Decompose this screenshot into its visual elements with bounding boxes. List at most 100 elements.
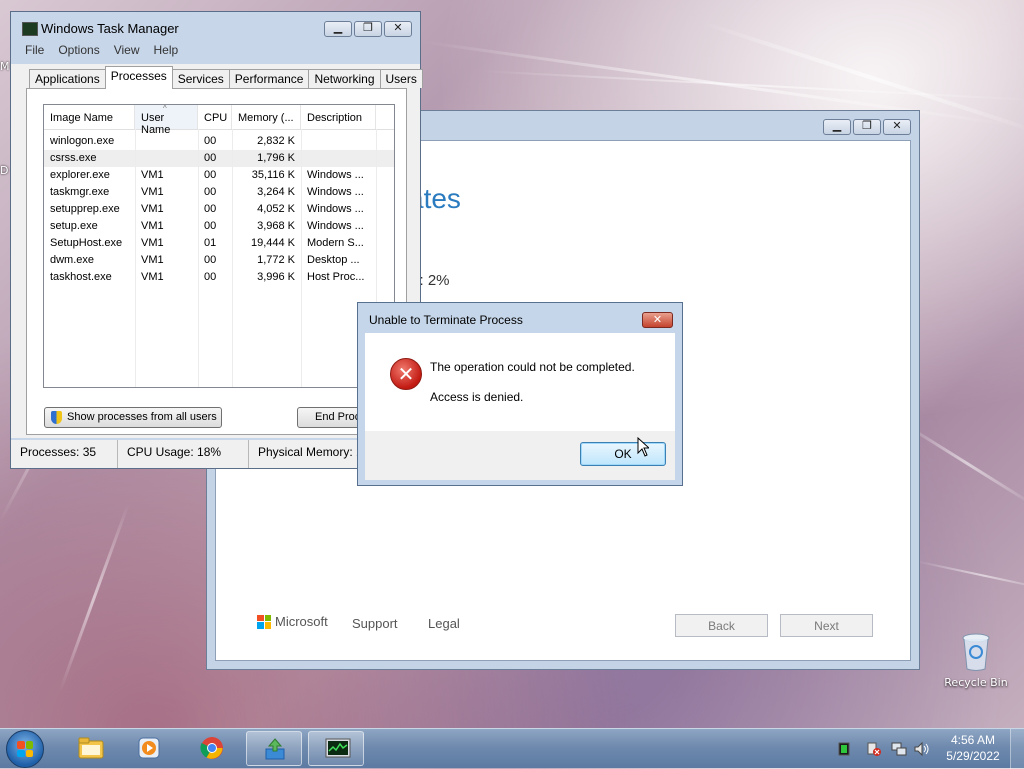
table-row[interactable]: taskmgr.exe VM1 00 3,264 K Windows ... [44, 184, 394, 201]
tm-close-button[interactable]: ✕ [384, 21, 412, 37]
close-icon: ✕ [393, 21, 403, 34]
table-row[interactable]: setupprep.exe VM1 00 4,052 K Windows ... [44, 201, 394, 218]
show-all-processes-label: Show processes from all users [67, 411, 217, 423]
tm-maximize-button[interactable]: ❐ [354, 21, 382, 37]
process-name: setup.exe [50, 220, 98, 232]
tab-applications[interactable]: Applications [29, 69, 106, 88]
error-dialog-content: ✕ The operation could not be completed. … [365, 333, 675, 431]
setup-minimize-button[interactable]: ▁ [823, 119, 851, 135]
process-description: Windows ... [307, 169, 364, 181]
table-row[interactable]: dwm.exe VM1 00 1,772 K Desktop ... [44, 252, 394, 269]
tab-networking[interactable]: Networking [308, 69, 381, 88]
task-manager-title: Windows Task Manager [41, 21, 179, 36]
process-memory: 3,264 K [257, 186, 295, 198]
chrome-icon [200, 736, 224, 760]
process-memory: 3,996 K [257, 271, 295, 283]
microsoft-logo: Microsoft [257, 614, 328, 629]
show-desktop-button[interactable] [1010, 729, 1024, 769]
menu-view[interactable]: View [114, 43, 140, 61]
clock-date: 5/29/2022 [946, 749, 1000, 763]
tab-services[interactable]: Services [171, 69, 230, 88]
start-button[interactable] [6, 730, 44, 768]
microsoft-logo-icon [257, 614, 271, 629]
taskbar-explorer[interactable] [62, 731, 118, 766]
clock-time: 4:56 AM [950, 733, 996, 747]
recycle-bin-label: Recycle Bin [944, 676, 1008, 689]
restore-icon: ❐ [363, 21, 373, 34]
taskbar-setup[interactable] [246, 731, 302, 766]
column-memory[interactable]: Memory (... [232, 105, 301, 129]
ok-button[interactable]: OK [580, 442, 666, 466]
legal-link[interactable]: Legal [428, 616, 460, 631]
desktop-icon-label-partial-2[interactable]: D [0, 164, 8, 177]
tab-performance[interactable]: Performance [228, 69, 310, 88]
desktop-icon-label-partial-1[interactable]: M [0, 60, 10, 73]
table-row[interactable]: setup.exe VM1 00 3,968 K Windows ... [44, 218, 394, 235]
menu-options[interactable]: Options [58, 43, 99, 61]
table-row[interactable]: explorer.exe VM1 00 35,116 K Windows ... [44, 167, 394, 184]
process-description: Windows ... [307, 186, 364, 198]
column-image-name[interactable]: Image Name [44, 105, 135, 129]
tm-tabs: Applications Processes Services Performa… [29, 66, 423, 89]
restore-icon: ❐ [862, 119, 872, 132]
windows-logo-icon [17, 741, 33, 757]
network-icon[interactable] [891, 742, 907, 756]
next-button[interactable]: Next [780, 614, 873, 637]
action-center-icon[interactable] [866, 742, 881, 756]
process-description [301, 133, 376, 150]
column-user-name-label: User Name [141, 112, 171, 136]
table-row[interactable]: taskhost.exe VM1 00 3,996 K Host Proc... [44, 269, 394, 286]
microsoft-brand-text: Microsoft [275, 614, 328, 629]
process-memory: 3,968 K [257, 220, 295, 232]
uac-shield-icon [51, 411, 62, 424]
tab-processes[interactable]: Processes [104, 66, 173, 89]
sort-ascending-icon: ^ [163, 104, 167, 113]
error-dialog-close-button[interactable]: ✕ [642, 312, 673, 328]
setup-maximize-button[interactable]: ❐ [853, 119, 881, 135]
error-dialog-title: Unable to Terminate Process [369, 313, 523, 327]
menu-file[interactable]: File [25, 43, 44, 61]
task-manager-icon [325, 737, 351, 761]
process-name: dwm.exe [50, 254, 95, 266]
support-link[interactable]: Support [352, 616, 398, 631]
recycle-bin-icon [961, 632, 991, 672]
error-message: The operation could not be completed. [430, 360, 635, 374]
table-row[interactable]: winlogon.exe 00 2,832 K [44, 133, 394, 150]
media-player-icon [137, 736, 161, 760]
process-user: VM1 [141, 186, 164, 198]
recycle-bin[interactable]: Recycle Bin [944, 632, 1008, 689]
tab-users[interactable]: Users [379, 69, 423, 88]
menu-help[interactable]: Help [154, 43, 179, 61]
error-dialog-footer: OK [365, 431, 675, 480]
tm-minimize-button[interactable]: ▁ [324, 21, 352, 37]
setup-close-button[interactable]: ✕ [883, 119, 911, 135]
taskbar-chrome[interactable] [184, 731, 240, 766]
table-row[interactable]: SetupHost.exe VM1 01 19,444 K Modern S..… [44, 235, 394, 252]
volume-icon[interactable] [914, 741, 929, 757]
process-name: SetupHost.exe [50, 237, 123, 249]
system-clock[interactable]: 4:56 AM 5/29/2022 [944, 732, 1002, 764]
process-user: VM1 [141, 169, 164, 181]
process-name: setupprep.exe [50, 203, 120, 215]
minimize-icon: ▁ [333, 21, 343, 34]
process-list[interactable]: Image Name User Name ^ CPU Memory (... De… [43, 104, 395, 388]
column-user-name[interactable]: User Name ^ [135, 104, 198, 136]
process-memory: 35,116 K [251, 169, 295, 181]
table-row-selected[interactable]: csrss.exe 00 1,796 K [44, 150, 394, 167]
back-button[interactable]: Back [675, 614, 768, 637]
process-description: Windows ... [307, 203, 364, 215]
process-name: taskhost.exe [50, 271, 112, 283]
status-processes: Processes: 35 [11, 440, 118, 468]
column-cpu[interactable]: CPU [198, 105, 232, 129]
process-list-header: Image Name User Name ^ CPU Memory (... De… [44, 104, 394, 136]
process-description [301, 150, 376, 167]
show-all-processes-button[interactable]: Show processes from all users [44, 407, 222, 428]
process-description: Windows ... [307, 220, 364, 232]
column-description[interactable]: Description [301, 105, 376, 129]
close-icon: ✕ [652, 313, 663, 326]
process-description: Modern S... [307, 237, 364, 249]
process-memory: 4,052 K [257, 203, 295, 215]
taskbar-task-manager[interactable] [308, 731, 364, 766]
taskbar-media-player[interactable] [121, 731, 177, 766]
network-activity-icon[interactable] [838, 742, 852, 756]
